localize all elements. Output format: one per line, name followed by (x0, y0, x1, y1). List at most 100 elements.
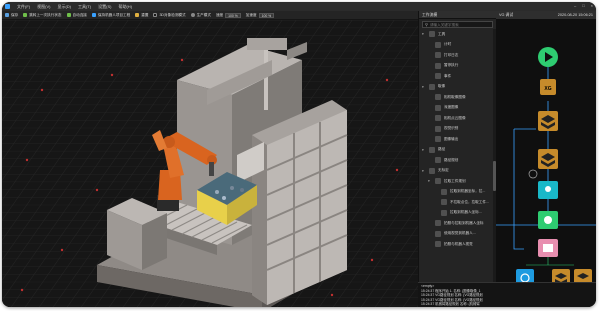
module-label: 计时 (444, 42, 452, 47)
module-icon (435, 157, 441, 164)
flow-image-node[interactable] (538, 239, 558, 257)
module-tree-item[interactable]: 图像输出 (419, 134, 495, 145)
module-label: 取像 (438, 84, 446, 89)
save-icon (5, 13, 9, 17)
flow-start-node[interactable] (538, 47, 558, 67)
flow-location-node[interactable] (538, 181, 558, 199)
module-tree-item[interactable]: 不拉取点位，拉取工件... (419, 197, 495, 208)
module-icon (435, 52, 441, 59)
expand-arrow-icon[interactable]: ▾ (422, 148, 426, 152)
checkbox-icon (153, 13, 158, 17)
search-input[interactable] (429, 22, 488, 27)
3d-viewport[interactable] (2, 20, 418, 307)
expand-arrow-icon[interactable]: ▾ (422, 32, 426, 36)
detection-checkbox[interactable]: 3D对象检测模式 (153, 12, 186, 18)
app-window: 文件(F) 视图(V) 显示(D) 工具(T) 设置(S) 帮助(H) – □ … (2, 2, 596, 307)
flow-layer-node-2[interactable] (538, 149, 558, 169)
module-tree-item[interactable]: ▾ 无标定 (419, 166, 495, 177)
menu-file[interactable]: 文件(F) (17, 4, 30, 10)
workflow-module-panel: 工作流模 ⚲ ▾ 工具计时打印日志暂停执行事件 ▾ 取像相机取像图像深度图像相机点云图… (418, 11, 496, 307)
mode-label: 生产模式 (196, 12, 211, 17)
flow-side-node[interactable] (528, 169, 538, 179)
module-tree-item[interactable]: ▾ 取像 (419, 82, 495, 93)
module-label: 无标定 (438, 168, 449, 173)
menu-settings[interactable]: 设置(S) (98, 4, 111, 10)
flow-timestamp: 2020-08-20 15:06:21 (557, 13, 593, 17)
module-tree-item[interactable]: 路径规划 (419, 155, 495, 166)
close-icon[interactable]: × (591, 3, 593, 8)
module-tree-item[interactable]: 相机点云图像 (419, 113, 495, 124)
speed-label: 速度 (215, 12, 224, 17)
module-label: 路径规划 (444, 157, 459, 162)
flow-header: VG 调试 2020-08-20 15:06:21 (496, 11, 596, 19)
flow-layer-node-1[interactable] (538, 111, 558, 131)
module-tree-item[interactable]: 相机取像图像 (419, 92, 495, 103)
module-tree-item[interactable]: 视觉识别 (419, 124, 495, 135)
module-label: 路径 (438, 147, 446, 152)
module-icon (441, 188, 447, 195)
module-icon (435, 241, 441, 248)
module-icon (435, 73, 441, 80)
accel-input[interactable]: 100 % (258, 12, 275, 18)
module-tree-item[interactable]: 打印日志 (419, 50, 495, 61)
module-tree-item[interactable]: 拉取到机器坐标，拉... (419, 187, 495, 198)
module-icon (435, 104, 441, 111)
module-tree-item[interactable]: 事件 (419, 71, 495, 82)
module-tree-item[interactable]: 计时 (419, 40, 495, 51)
menu-display[interactable]: 显示(D) (57, 4, 71, 10)
detection-label: 3D对象检测模式 (159, 12, 186, 17)
flow-xg-node[interactable]: XG (540, 79, 556, 95)
mode-select[interactable]: 生产模式 (190, 12, 211, 18)
module-label: 打印日志 (444, 52, 459, 57)
module-tree-item[interactable]: ▾ 拉取工件规划 (419, 176, 495, 187)
module-label: 暂停执行 (444, 63, 459, 68)
auto-connect-label: 自动连接 (72, 12, 87, 17)
minimize-icon[interactable]: – (574, 3, 576, 8)
module-label: 图像输出 (444, 136, 459, 141)
module-label: 拉取到机器坐标，拉... (450, 189, 486, 194)
module-icon (435, 136, 441, 143)
app-logo-icon (5, 4, 10, 9)
module-label: 工具 (438, 31, 446, 36)
module-icon (441, 209, 447, 216)
module-label: 事件 (444, 73, 452, 78)
expand-arrow-icon[interactable]: ▾ (422, 169, 426, 173)
expand-arrow-icon[interactable]: ▾ (422, 85, 426, 89)
module-label: 不拉取点位，拉取工件... (450, 199, 489, 204)
menu-tools[interactable]: 工具(T) (78, 4, 91, 10)
speed-control: 速度 100 % (215, 12, 241, 18)
module-icon (429, 167, 435, 174)
module-tree-item[interactable]: 使用视觉到机器人... (419, 229, 495, 240)
flow-editor[interactable]: VG 调试 2020-08-20 15:06:21 XG (496, 11, 596, 307)
reset-button[interactable]: 重置 (135, 13, 148, 18)
step-back-button[interactable]: 跳转上一次执行状态 (23, 13, 62, 18)
maximize-icon[interactable]: □ (582, 3, 584, 8)
auto-connect-button[interactable]: 自动连接 (66, 12, 87, 18)
robot-project-button[interactable]: 保持机器人项目工程 (91, 13, 130, 18)
menu-view[interactable]: 视图(V) (37, 4, 50, 10)
module-tree-item[interactable]: 拉取到机器人坐标... (419, 208, 495, 219)
log-output: <empty> 15:24:37 程序开始 1. 名称: {图像取像_1 15:24… (418, 282, 596, 307)
toolbar: 保存 跳转上一次执行状态 自动连接 保持机器人项目工程 重置 3D对象检测模式 … (2, 11, 418, 20)
module-icon (435, 41, 441, 48)
save-button[interactable]: 保存 (5, 13, 18, 18)
menu-help[interactable]: 帮助(H) (118, 4, 132, 10)
module-tree-item[interactable]: 拍照与机器人视觉 (419, 239, 495, 250)
module-tree-item[interactable]: 暂停执行 (419, 61, 495, 72)
module-icon (429, 31, 435, 38)
module-tree-item[interactable]: ▾ 工具 (419, 29, 495, 40)
accel-label: 加速度 (245, 12, 257, 17)
module-label: 使用视觉到机器人... (444, 231, 476, 236)
speed-input[interactable]: 100 % (225, 12, 241, 18)
module-icon (429, 83, 435, 90)
module-tree-item[interactable]: ▾ 路径 (419, 145, 495, 156)
flow-capture-node[interactable] (538, 211, 558, 229)
module-label: 相机取像图像 (444, 94, 466, 99)
window-controls: – □ × (574, 3, 593, 8)
module-tree-item[interactable]: 深度图像 (419, 103, 495, 114)
log-line: 15:24:37 机械臂路径规划 名称: {机械臂 (421, 302, 480, 307)
expand-arrow-icon[interactable]: ▾ (428, 179, 432, 183)
module-label: 深度图像 (444, 105, 459, 110)
connect-icon (66, 13, 71, 17)
module-tree-item[interactable]: 拍照与拉取到机器人坐标 (419, 218, 495, 229)
